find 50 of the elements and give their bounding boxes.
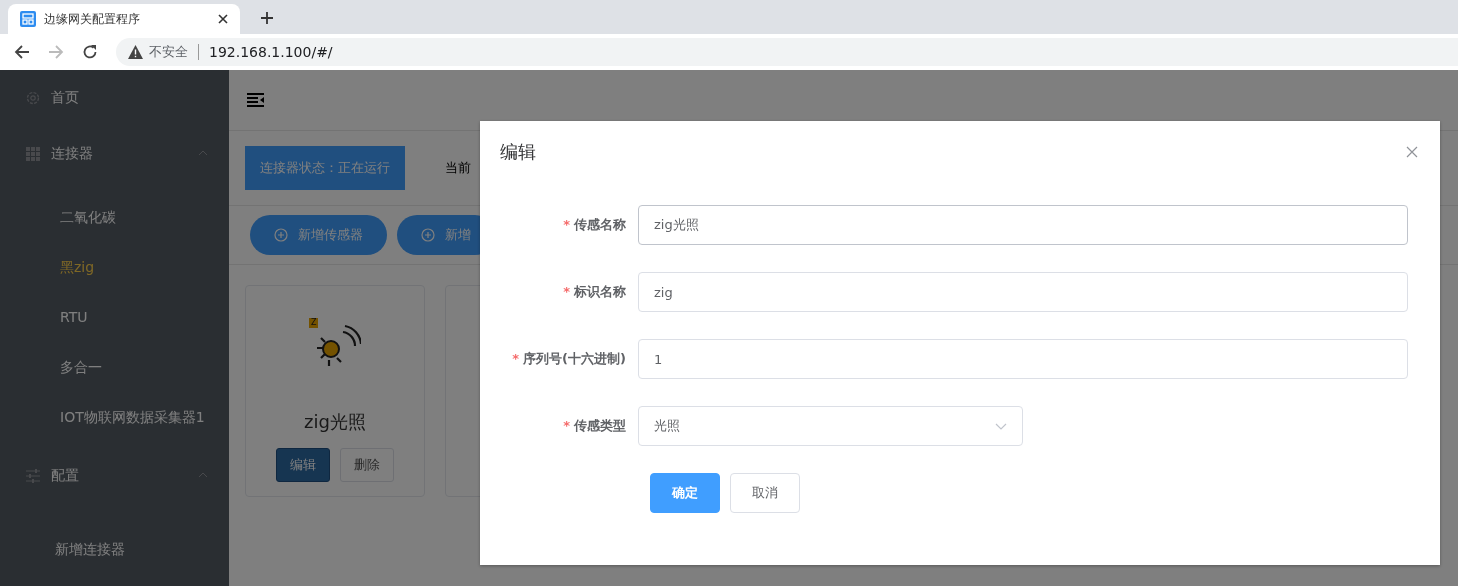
chevron-icon — [995, 422, 1007, 430]
field-label: * 传感名称 — [562, 216, 627, 234]
input-field[interactable]: zig光照 — [638, 205, 1408, 245]
browser-tab[interactable]: 边缘网关配置程序 — [8, 4, 240, 34]
plus-circle-icon — [274, 228, 288, 242]
confirm-button[interactable]: 确定 — [650, 473, 720, 513]
sidebar-item[interactable]: 多合一 — [0, 342, 229, 392]
sidebar-item[interactable]: 配置 — [0, 448, 229, 504]
back-icon[interactable] — [14, 44, 30, 60]
warning-icon — [128, 45, 143, 59]
required-mark: * — [563, 284, 570, 299]
url-text: 192.168.1.100/#/ — [209, 44, 333, 60]
address-bar[interactable]: 不安全 192.168.1.100/#/ — [116, 38, 1458, 66]
sidebar-item[interactable]: 黑zig — [0, 242, 229, 292]
new-tab-icon[interactable] — [260, 11, 274, 25]
edit-button[interactable]: 编辑 — [276, 448, 330, 482]
input-field[interactable]: zig — [638, 272, 1408, 312]
required-mark: * — [563, 217, 570, 232]
required-mark: * — [563, 418, 570, 433]
required-mark: * — [512, 351, 520, 366]
sliders-icon — [26, 469, 40, 483]
card-title: zig光照 — [304, 410, 366, 434]
sidebar-item[interactable]: 二氧化碳 — [0, 192, 229, 242]
security-label: 不安全 — [149, 43, 188, 61]
sidebar-item[interactable]: 新增连接器 — [0, 524, 229, 574]
field-label: * 序列号(十六进制) — [511, 350, 627, 368]
plus-circle-icon — [421, 228, 435, 242]
field-label: * 传感类型 — [562, 417, 627, 435]
app-icon — [20, 11, 36, 27]
light-sensor-icon — [315, 324, 361, 368]
reload-icon[interactable] — [82, 44, 98, 60]
sidebar-item[interactable]: RTU — [0, 292, 229, 342]
dialog-title: 编辑 — [500, 140, 536, 164]
sidebar-item[interactable]: IOT物联网数据采集器1 — [0, 392, 229, 442]
delete-button[interactable]: 删除 — [340, 448, 394, 482]
field-label: * 标识名称 — [562, 283, 627, 301]
close-icon[interactable] — [218, 14, 228, 24]
current-label: 当前 — [445, 159, 471, 177]
add-button[interactable]: 新增传感器 — [250, 215, 387, 255]
menu-icon[interactable] — [247, 93, 265, 107]
cancel-button[interactable]: 取消 — [730, 473, 800, 513]
input-field[interactable]: 1 — [638, 339, 1408, 379]
zigbee-badge: Z — [309, 318, 319, 328]
tab-title: 边缘网关配置程序 — [44, 10, 141, 28]
sidebar-item[interactable]: 首页 — [0, 70, 229, 126]
sidebar-item[interactable]: 连接器 — [0, 126, 229, 182]
gear-icon — [25, 90, 41, 106]
grid-icon — [26, 147, 40, 161]
status-label: 连接器状态：正在运行 — [245, 146, 405, 190]
select-field[interactable]: 光照 — [638, 406, 1023, 446]
